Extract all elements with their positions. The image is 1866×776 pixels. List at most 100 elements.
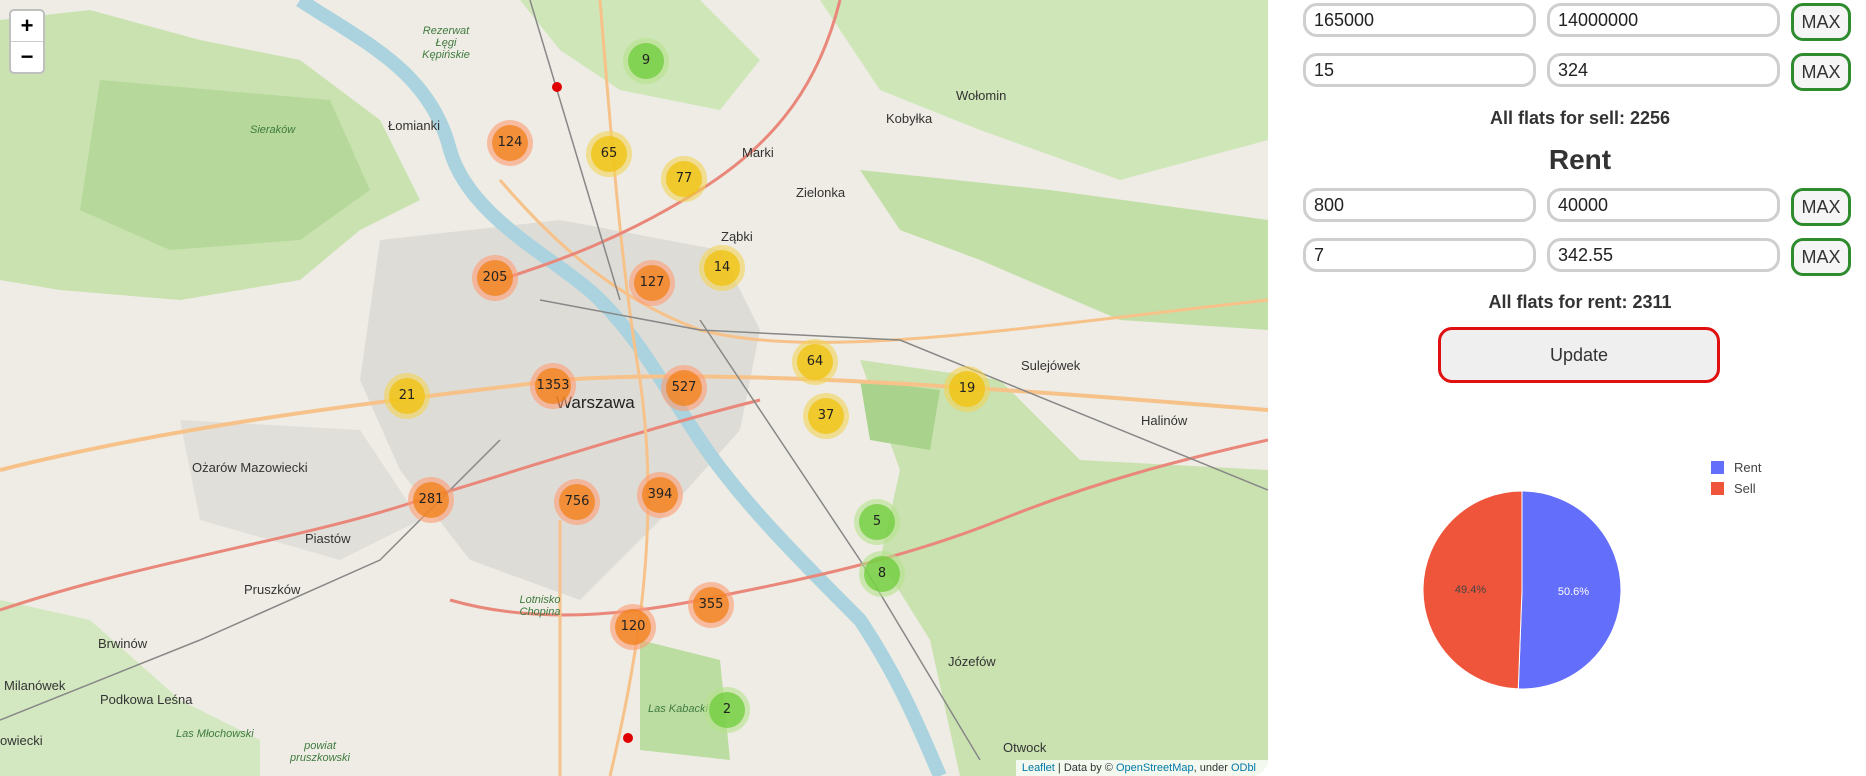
odbl-link[interactable]: ODbl	[1231, 762, 1256, 774]
cluster-count: 21	[389, 378, 425, 414]
marker-cluster[interactable]: 1353	[530, 363, 576, 409]
sell-total-text: All flats for sell: 2256	[1489, 108, 1671, 128]
rent-area-max-input[interactable]	[1547, 238, 1780, 272]
marker-cluster[interactable]: 14	[699, 245, 745, 291]
place-label-sulejowek: Sulejówek	[1021, 358, 1081, 373]
place-label-kobylka: Kobyłka	[886, 111, 933, 126]
cluster-count: 14	[704, 250, 740, 286]
marker-cluster[interactable]: 65	[586, 131, 632, 177]
pie-label-sell: 49.4%	[1455, 584, 1486, 596]
legend-swatch-sell	[1711, 482, 1724, 495]
cluster-count: 281	[413, 482, 449, 518]
cluster-count: 1353	[535, 368, 571, 404]
cluster-count: 37	[808, 398, 844, 434]
marker-cluster[interactable]: 77	[661, 156, 707, 202]
legend-label-sell: Sell	[1734, 481, 1756, 496]
attribution-text: | Data by ©	[1054, 762, 1116, 774]
leaflet-link[interactable]: Leaflet	[1022, 762, 1055, 774]
rent-area-row: MAX	[1300, 238, 1860, 278]
marker-cluster[interactable]: 8	[859, 551, 905, 597]
sell-area-max-input[interactable]	[1547, 53, 1780, 87]
cluster-count: 77	[666, 161, 702, 197]
zoom-out-button[interactable]: −	[11, 42, 43, 72]
map-attribution: Leaflet | Data by © OpenStreetMap, under…	[1015, 760, 1268, 776]
place-label-owiecki: owiecki	[0, 733, 43, 748]
place-label-rezerwat: Rezerwat Łęgi Kępińskie	[422, 25, 470, 61]
legend-swatch-rent	[1711, 461, 1724, 474]
update-button[interactable]: Update	[1438, 327, 1720, 383]
cluster-count: 355	[693, 587, 729, 623]
marker-cluster[interactable]: 2	[704, 687, 750, 733]
marker-cluster[interactable]: 124	[487, 120, 533, 166]
legend-label-rent: Rent	[1734, 460, 1762, 475]
rent-area-max-button[interactable]: MAX	[1791, 238, 1851, 276]
map-marker[interactable]	[552, 82, 562, 92]
place-label-ozarow: Ożarów Mazowiecki	[192, 460, 308, 475]
place-label-lotnisko: Lotnisko Chopina	[519, 594, 561, 618]
map[interactable]: + − Warszawa Łomianki Marki Kobyłka Woło…	[0, 0, 1268, 776]
sell-price-max-button[interactable]: MAX	[1791, 3, 1851, 41]
cluster-count: 65	[591, 136, 627, 172]
cluster-count: 120	[615, 609, 651, 645]
rent-price-max-input[interactable]	[1547, 188, 1780, 222]
place-label-brwinow: Brwinów	[98, 636, 148, 651]
sell-price-row: MAX	[1300, 3, 1860, 43]
place-label-powiat: powiat pruszkowski	[290, 740, 350, 764]
filter-panel: MAX MAX All flats for sell: 2256 Rent MA…	[1300, 0, 1860, 776]
cluster-count: 2	[709, 692, 745, 728]
marker-cluster[interactable]: 281	[408, 477, 454, 523]
rent-heading: Rent	[1548, 144, 1612, 175]
marker-cluster[interactable]: 527	[661, 365, 707, 411]
cluster-count: 127	[634, 265, 670, 301]
marker-cluster[interactable]: 394	[637, 472, 683, 518]
pie-chart: 50.6% 49.4%	[1422, 490, 1622, 690]
rent-price-row: MAX	[1300, 188, 1860, 228]
osm-link[interactable]: OpenStreetMap	[1116, 762, 1194, 774]
rent-price-max-button[interactable]: MAX	[1791, 188, 1851, 226]
place-label-piastow: Piastów	[305, 531, 351, 546]
legend-item-sell[interactable]: Sell	[1711, 481, 1756, 496]
zoom-control: + −	[9, 9, 45, 74]
sell-price-min-input[interactable]	[1303, 3, 1536, 37]
marker-cluster[interactable]: 756	[554, 479, 600, 525]
place-label-jozefow: Józefów	[948, 654, 996, 669]
cluster-count: 19	[949, 371, 985, 407]
sell-area-max-button[interactable]: MAX	[1791, 53, 1851, 91]
cluster-count: 64	[797, 344, 833, 380]
sell-area-row: MAX	[1300, 53, 1860, 93]
place-label-pruszkow: Pruszków	[244, 582, 301, 597]
attribution-text: , under	[1193, 762, 1231, 774]
map-marker[interactable]	[623, 733, 633, 743]
place-label-zielonka: Zielonka	[796, 185, 846, 200]
place-label-milanowek: Milanówek	[4, 678, 66, 693]
marker-cluster[interactable]: 19	[944, 366, 990, 412]
place-label-zabki: Ząbki	[721, 229, 753, 244]
marker-cluster[interactable]: 64	[792, 339, 838, 385]
marker-cluster[interactable]: 21	[384, 373, 430, 419]
place-label-serakow: Sieraków	[250, 124, 296, 136]
marker-cluster[interactable]: 205	[472, 255, 518, 301]
rent-price-min-input[interactable]	[1303, 188, 1536, 222]
place-label-mlochowski: Las Młochowski	[176, 728, 254, 740]
cluster-count: 8	[864, 556, 900, 592]
cluster-count: 124	[492, 125, 528, 161]
zoom-in-button[interactable]: +	[11, 11, 43, 42]
sell-price-max-input[interactable]	[1547, 3, 1780, 37]
legend-item-rent[interactable]: Rent	[1711, 460, 1761, 475]
place-label-wolomin: Wołomin	[956, 88, 1007, 103]
sell-area-min-input[interactable]	[1303, 53, 1536, 87]
rent-total-text: All flats for rent: 2311	[1488, 292, 1672, 312]
marker-cluster[interactable]: 127	[629, 260, 675, 306]
marker-cluster[interactable]: 37	[803, 393, 849, 439]
cluster-count: 527	[666, 370, 702, 406]
cluster-count: 5	[859, 504, 895, 540]
rent-area-min-input[interactable]	[1303, 238, 1536, 272]
marker-cluster[interactable]: 120	[610, 604, 656, 650]
marker-cluster[interactable]: 355	[688, 582, 734, 628]
cluster-count: 756	[559, 484, 595, 520]
marker-cluster[interactable]: 9	[623, 38, 669, 84]
pie-label-rent: 50.6%	[1558, 586, 1589, 598]
place-label-kabacki: Las Kabacki	[648, 703, 708, 715]
marker-cluster[interactable]: 5	[854, 499, 900, 545]
cluster-count: 205	[477, 260, 513, 296]
